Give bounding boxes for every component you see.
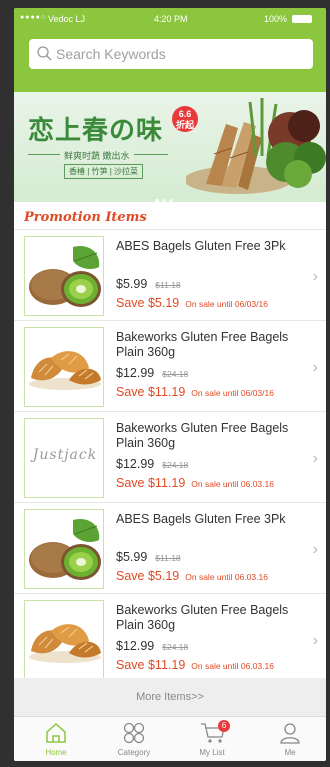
product-item[interactable]: ABES Bagels Gluten Free 3Pk $5.99 $11.18 … [14, 230, 326, 321]
savings-row: Save $5.19 On sale until 06.03.16 [116, 569, 268, 583]
brand-logo: Justjack [32, 447, 98, 463]
product-image [24, 236, 104, 316]
vegetables-image [186, 98, 326, 194]
product-list: ABES Bagels Gluten Free 3Pk $5.99 $11.18 … [14, 230, 326, 685]
price-row: $12.99 $24.18 [116, 639, 188, 653]
product-item[interactable]: Bakeworks Gluten Free Bagels Plain 360g … [14, 321, 326, 412]
tab-my-list[interactable]: 6 My List [182, 720, 242, 761]
tab-home[interactable]: Home [26, 721, 86, 761]
promo-banner[interactable]: 恋上春の味 6.6 折起 鲜爽时蔬 嫩出水 香椿 | 竹笋 | 沙拉菜 [14, 92, 326, 202]
banner-tags: 香椿 | 竹笋 | 沙拉菜 [64, 164, 144, 179]
price: $12.99 [116, 366, 155, 380]
search-input[interactable] [56, 43, 306, 65]
product-item[interactable]: Justjack Bakeworks Gluten Free Bagels Pl… [14, 412, 326, 503]
bread-image [29, 624, 101, 663]
tab-label: My List [199, 748, 225, 757]
product-name: ABES Bagels Gluten Free 3Pk [116, 512, 286, 526]
savings: Save $11.19 [116, 476, 186, 490]
product-name: Bakeworks Gluten Free Bagels Plain 360g [116, 603, 289, 632]
carousel-indicator[interactable] [155, 190, 176, 202]
old-price: $11.18 [155, 553, 181, 563]
product-name: Bakeworks Gluten Free Bagels Plain 360g [116, 330, 289, 359]
carrier-label: Vedoc LJ [48, 14, 86, 24]
chevron-right-icon: › [312, 450, 318, 467]
price-row: $12.99 $24.18 [116, 457, 188, 471]
price-row: $5.99 $11.18 [116, 550, 181, 564]
product-image [24, 327, 104, 407]
search-icon [37, 46, 52, 61]
kiwi-image [29, 518, 101, 580]
savings: Save $11.19 [116, 658, 186, 672]
product-image [24, 509, 104, 589]
tab-label: Me [284, 748, 296, 757]
chevron-right-icon: › [312, 359, 318, 376]
sale-until: On sale until 06.03.16 [185, 572, 268, 582]
sale-until: On sale until 06.03.16 [191, 661, 274, 671]
phone-screen: ●●●●○ Vedoc LJ 4:20 PM 100% 恋上春の味 6.6 折起… [14, 8, 326, 761]
cart-count-badge: 6 [218, 720, 230, 732]
price-row: $12.99 $24.18 [116, 366, 188, 380]
price: $5.99 [116, 277, 148, 291]
tab-bar: Home Category 6 My List Me [14, 716, 326, 761]
kiwi-image [29, 245, 101, 307]
price: $12.99 [116, 457, 155, 471]
product-name: Bakeworks Gluten Free Bagels Plain 360g [116, 421, 289, 450]
old-price: $24.18 [162, 369, 189, 379]
chevron-right-icon: › [312, 632, 318, 649]
tab-me[interactable]: Me [260, 721, 320, 761]
sale-until: On sale until 06/03/16 [191, 388, 274, 398]
savings: Save $11.19 [116, 385, 186, 399]
sale-until: On sale until 06.03.16 [191, 479, 274, 489]
price: $5.99 [116, 550, 148, 564]
search-bar[interactable] [29, 39, 313, 69]
tab-label: Home [45, 748, 67, 757]
home-icon [46, 722, 66, 743]
price: $12.99 [116, 639, 155, 653]
tab-category[interactable]: Category [104, 721, 164, 761]
chevron-right-icon: › [312, 541, 318, 558]
banner-title: 恋上春の味 [28, 116, 164, 146]
section-title: Promotion Items [24, 210, 147, 225]
savings: Save $5.19 [116, 296, 180, 310]
savings: Save $5.19 [116, 569, 180, 583]
user-icon [280, 723, 300, 744]
product-name: ABES Bagels Gluten Free 3Pk [116, 239, 286, 253]
battery-icon [292, 15, 312, 23]
savings-row: Save $11.19 On sale until 06.03.16 [116, 476, 274, 490]
signal-icon: ●●●●○ [20, 14, 47, 21]
sale-until: On sale until 06/03/16 [185, 299, 268, 309]
status-bar: ●●●●○ Vedoc LJ 4:20 PM 100% [14, 8, 326, 30]
banner-subtitle: 鲜爽时蔬 嫩出水 [60, 149, 134, 162]
savings-row: Save $11.19 On sale until 06.03.16 [116, 658, 274, 672]
more-items-button[interactable]: More Items>> [14, 678, 326, 716]
bread-image [29, 351, 101, 390]
header-bar: ●●●●○ Vedoc LJ 4:20 PM 100% [14, 8, 326, 92]
battery-percent: 100% [264, 14, 288, 24]
clock: 4:20 PM [154, 14, 188, 24]
old-price: $11.18 [155, 280, 181, 290]
product-item[interactable]: Bakeworks Gluten Free Bagels Plain 360g … [14, 594, 326, 685]
savings-row: Save $11.19 On sale until 06/03/16 [116, 385, 274, 399]
tab-label: Category [117, 748, 151, 757]
old-price: $24.18 [162, 460, 189, 470]
savings-row: Save $5.19 On sale until 06/03/16 [116, 296, 268, 310]
old-price: $24.18 [162, 642, 189, 652]
chevron-right-icon: › [312, 268, 318, 285]
product-image [24, 600, 104, 680]
product-image: Justjack [24, 418, 104, 498]
product-item[interactable]: ABES Bagels Gluten Free 3Pk $5.99 $11.18 … [14, 503, 326, 594]
category-icon [123, 722, 145, 744]
price-row: $5.99 $11.18 [116, 277, 181, 291]
